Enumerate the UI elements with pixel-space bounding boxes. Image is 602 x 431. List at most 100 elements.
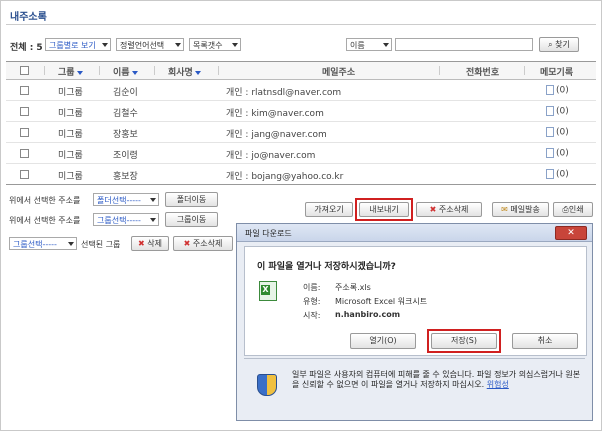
column-email: 메일주소 (322, 68, 356, 78)
chevron-down-icon (175, 43, 181, 47)
row-name[interactable]: 장홍보 (113, 127, 138, 140)
column-divider (439, 66, 440, 75)
memo-icon (546, 106, 554, 116)
file-type-label: 유형: (303, 297, 321, 306)
sort-icon (194, 70, 201, 75)
sort-language-select[interactable]: 정렬언어선택 (116, 38, 184, 51)
send-mail-button[interactable]: ✉ 메일발송 (492, 202, 549, 217)
table-row[interactable]: 미그룹 김순이 개인 : rlatnsdl@naver.com (0) (6, 79, 596, 101)
sort-icon (76, 70, 83, 75)
export-highlight (355, 198, 413, 221)
dialog-divider (244, 358, 585, 359)
mail-icon: ✉ (501, 205, 508, 214)
x-icon: ✖ (429, 205, 437, 214)
column-divider (99, 66, 100, 75)
column-divider (524, 66, 525, 75)
open-button[interactable]: 열기(O) (350, 333, 416, 349)
group-select[interactable]: 그룹선택----- (93, 213, 159, 226)
memo-icon (546, 85, 554, 95)
memo-icon (546, 169, 554, 179)
row-checkbox[interactable] (20, 170, 29, 179)
file-name-label: 이름: (303, 283, 321, 292)
cancel-button[interactable]: 취소 (512, 333, 578, 349)
row-checkbox[interactable] (20, 149, 29, 158)
warning-message: 일부 파일은 사용자의 컴퓨터에 피해를 줄 수 있습니다. 파일 정보가 의심… (292, 370, 581, 389)
total-count: 전체 : 5 (10, 43, 43, 53)
search-field-select[interactable]: 이름 (346, 38, 392, 51)
row-group: 미그룹 (58, 130, 83, 140)
column-phone: 전화번호 (466, 68, 500, 78)
group-move-button[interactable]: 그룹이동 (165, 212, 218, 227)
row-email[interactable]: 개인 : rlatnsdl@naver.com (226, 85, 341, 98)
row-email[interactable]: 개인 : kim@naver.com (226, 106, 324, 119)
row-memo[interactable]: (0) (546, 106, 569, 117)
dialog-titlebar: 파일 다운로드 ✕ (237, 224, 592, 242)
column-name[interactable]: 이름 (113, 65, 138, 78)
address-delete-button[interactable]: ✖ 주소삭제 (416, 202, 482, 217)
selected-group-select[interactable]: 그룹선택----- (9, 237, 77, 250)
x-icon: ✖ (138, 239, 145, 248)
column-divider (218, 66, 219, 75)
group-delete-button[interactable]: ✖ 삭제 (131, 236, 169, 251)
sort-icon (131, 70, 138, 75)
import-button[interactable]: 가져오기 (305, 202, 353, 217)
table-row[interactable]: 미그룹 조이령 개인 : jo@naver.com (0) (6, 142, 596, 164)
chevron-down-icon (68, 242, 74, 246)
table-row[interactable]: 미그룹 장홍보 개인 : jang@naver.com (0) (6, 121, 596, 143)
file-name-value: 주소록.xls (335, 283, 371, 292)
search-button[interactable]: ⌕ 찾기 (539, 37, 579, 52)
dialog-question: 이 파일을 열거나 저장하시겠습니까? (257, 262, 396, 272)
folder-select[interactable]: 폴더선택----- (93, 193, 159, 206)
search-icon: ⌕ (548, 40, 553, 49)
column-group[interactable]: 그룹 (58, 65, 83, 78)
folder-action-label: 위에서 선택한 주소를 (9, 196, 81, 205)
select-all-checkbox[interactable] (20, 66, 29, 75)
row-group: 미그룹 (58, 88, 83, 98)
row-checkbox[interactable] (20, 128, 29, 137)
chevron-down-icon (383, 43, 389, 47)
close-icon[interactable]: ✕ (555, 226, 587, 240)
row-name[interactable]: 김순이 (113, 85, 138, 98)
file-type-value: Microsoft Excel 워크시트 (335, 297, 428, 306)
row-name[interactable]: 김철수 (113, 106, 138, 119)
dialog-content: 이 파일을 열거나 저장하시겠습니까? X 이름: 주소록.xls 유형: Mi… (244, 246, 587, 356)
page-title: 내주소록 (10, 12, 47, 23)
search-input[interactable] (395, 38, 533, 51)
row-name[interactable]: 조이령 (113, 148, 138, 161)
row-email[interactable]: 개인 : bojang@yahoo.co.kr (226, 169, 343, 182)
excel-file-icon: X (259, 281, 277, 301)
chevron-down-icon (150, 198, 156, 202)
row-memo[interactable]: (0) (546, 85, 569, 96)
row-email[interactable]: 개인 : jang@naver.com (226, 127, 327, 140)
memo-icon (546, 127, 554, 137)
folder-move-button[interactable]: 폴더이동 (165, 192, 218, 207)
row-memo[interactable]: (0) (546, 148, 569, 159)
row-name[interactable]: 홍보장 (113, 169, 138, 182)
title-divider (6, 24, 596, 25)
column-memo: 메모기록 (540, 68, 574, 78)
list-count-select[interactable]: 목록갯수 (189, 38, 241, 51)
save-highlight (427, 329, 501, 353)
table-row[interactable]: 미그룹 홍보장 개인 : bojang@yahoo.co.kr (0) (6, 163, 596, 185)
excel-x-icon: X (261, 285, 270, 295)
column-divider (44, 66, 45, 75)
memo-icon (546, 148, 554, 158)
row-group: 미그룹 (58, 151, 83, 161)
table-row[interactable]: 미그룹 김철수 개인 : kim@naver.com (0) (6, 100, 596, 122)
file-source-label: 시작: (303, 311, 321, 320)
column-company[interactable]: 회사명 (168, 65, 201, 78)
print-button[interactable]: ⎙인쇄 (553, 202, 593, 217)
row-memo[interactable]: (0) (546, 169, 569, 180)
dialog-title: 파일 다운로드 (245, 229, 292, 238)
x-icon: ✖ (183, 239, 191, 248)
column-divider (154, 66, 155, 75)
group-address-delete-button[interactable]: ✖ 주소삭제 (173, 236, 233, 251)
row-checkbox[interactable] (20, 86, 29, 95)
file-download-dialog: 파일 다운로드 ✕ 이 파일을 열거나 저장하시겠습니까? X 이름: 주소록.… (236, 223, 593, 421)
group-view-select[interactable]: 그룹별로 보기 (45, 38, 111, 51)
risk-link[interactable]: 위험성 (487, 380, 509, 389)
row-checkbox[interactable] (20, 107, 29, 116)
row-memo[interactable]: (0) (546, 127, 569, 138)
chevron-down-icon (232, 43, 238, 47)
row-email[interactable]: 개인 : jo@naver.com (226, 148, 315, 161)
